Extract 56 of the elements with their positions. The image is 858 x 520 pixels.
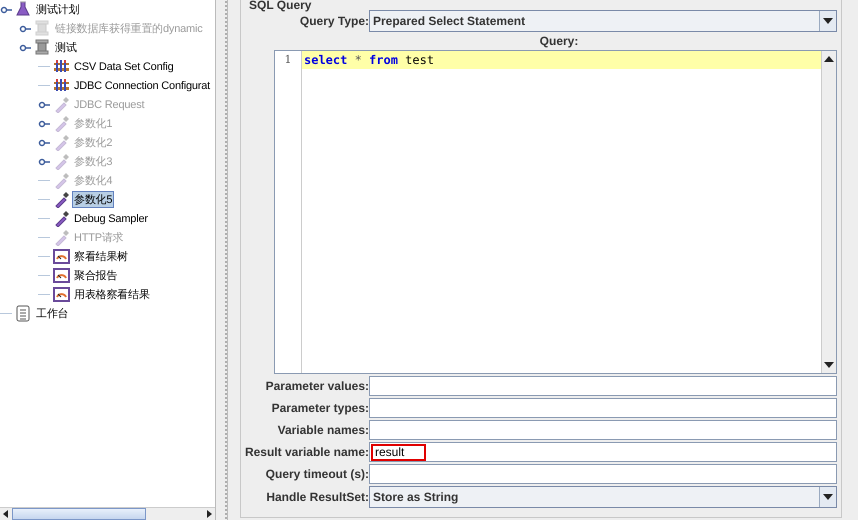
tree-node[interactable]: 察看结果树 (72, 248, 130, 265)
field-label: Handle ResultSet: (265, 490, 369, 504)
gauge-icon (53, 267, 70, 284)
flask-icon (15, 1, 32, 18)
gauge-icon (53, 286, 70, 303)
tree-node[interactable]: 用表格察看结果 (72, 286, 152, 303)
horizontal-scrollbar[interactable] (0, 507, 215, 520)
tree-node[interactable]: 参数化5 (72, 191, 114, 208)
pipette-icon (53, 134, 70, 151)
clipboard-icon (15, 305, 32, 322)
tree-toggle-icon[interactable] (0, 6, 12, 14)
scroll-down-icon[interactable] (824, 362, 834, 368)
field-label: Parameter values: (264, 379, 369, 393)
field-label: Result variable name: (244, 445, 369, 459)
field-label: Query timeout (s): (264, 467, 369, 481)
tree-node[interactable]: 测试 (53, 39, 79, 56)
tree-node[interactable]: CSV Data Set Config (72, 60, 176, 74)
pipette-icon (53, 210, 70, 227)
tree-toggle-icon[interactable] (19, 44, 31, 52)
tree-node[interactable]: Debug Sampler (72, 212, 150, 226)
field-label: Variable names: (276, 423, 369, 437)
vertical-scrollbar[interactable] (821, 51, 836, 373)
dropdown-caret-icon (823, 494, 833, 500)
spool-icon (34, 39, 51, 56)
query-label: Query: (538, 34, 580, 48)
pipette-icon (53, 172, 70, 189)
text-field[interactable]: result (369, 442, 837, 462)
section-title: SQL Query (248, 0, 312, 10)
pipette-icon (53, 96, 70, 113)
spool-icon (34, 20, 51, 37)
gauge-icon (53, 248, 70, 265)
query-type-dropdown[interactable]: Prepared Select Statement (369, 10, 837, 32)
tree-node[interactable]: 聚合报告 (72, 267, 120, 284)
dropdown-caret-icon (823, 18, 833, 24)
rack-icon (53, 77, 70, 94)
pipette-icon (53, 153, 70, 170)
text-field[interactable] (369, 398, 837, 418)
text-field[interactable] (369, 464, 837, 484)
scrollbar-thumb[interactable] (12, 508, 146, 520)
text-field[interactable] (369, 420, 837, 440)
text-field[interactable] (369, 376, 837, 396)
tree-node[interactable]: 测试计划 (34, 1, 82, 18)
pipette-icon (53, 229, 70, 246)
handle-resultset-dropdown[interactable]: Store as String (369, 486, 837, 508)
tree-node[interactable]: 工作台 (34, 305, 70, 322)
scroll-up-icon[interactable] (824, 56, 834, 62)
field-value: result (374, 446, 406, 458)
query-editor[interactable]: 1 select * from test (274, 50, 837, 374)
pipette-icon (53, 191, 70, 208)
line-number: 1 (284, 53, 292, 66)
tree-node[interactable]: JDBC Connection Configurat (72, 78, 212, 92)
field-label: Parameter types: (270, 401, 369, 415)
splitter-handle[interactable] (215, 0, 228, 520)
pipette-icon (53, 115, 70, 132)
field-label: Query Type: (298, 14, 369, 28)
rack-icon (53, 58, 70, 75)
